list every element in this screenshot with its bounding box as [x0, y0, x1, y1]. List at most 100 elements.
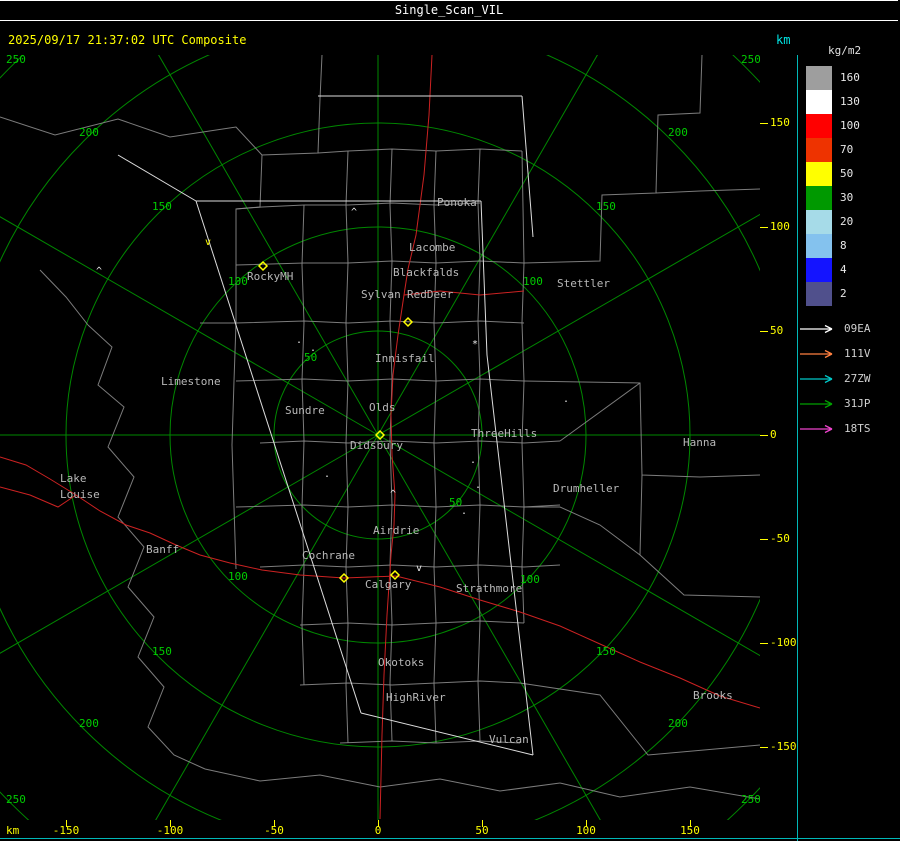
- right-axis-tick: [760, 435, 768, 436]
- city-label: HighRiver: [386, 691, 446, 704]
- station-row: 31JP: [800, 397, 900, 411]
- county-boundary: [523, 55, 703, 264]
- county-boundary: [299, 680, 521, 686]
- ring-distance-label: 150: [596, 200, 616, 213]
- city-label: Stettler: [557, 277, 610, 290]
- radial-spoke: [0, 434, 379, 654]
- city-label: Calgary: [365, 578, 412, 591]
- county-boundary: [39, 269, 89, 326]
- right-axis-label: 150: [770, 116, 790, 129]
- station-row: 09EA: [800, 322, 900, 336]
- county-boundary: [559, 782, 760, 800]
- bottom-frame-line: [0, 838, 900, 839]
- county-boundary: [433, 150, 437, 744]
- city-label: Ponoka: [437, 196, 477, 209]
- station-row: 27ZW: [800, 372, 900, 386]
- radial-spoke: [158, 55, 379, 436]
- station-row: 18TS: [800, 422, 900, 436]
- point-marker: .: [563, 394, 569, 405]
- bottom-axis-label: 50: [475, 824, 489, 837]
- city-label: Sylvan: [361, 288, 401, 301]
- city-label: Airdrie: [373, 524, 419, 537]
- county-boundary: [317, 148, 523, 154]
- radial-spoke: [155, 434, 379, 820]
- point-marker: .: [461, 506, 467, 517]
- county-boundary: [259, 440, 561, 444]
- county-boundary: [524, 506, 641, 556]
- county-boundary: [301, 204, 305, 686]
- county-boundary: [231, 265, 237, 570]
- ring-distance-label: 200: [79, 717, 99, 730]
- legend-value-label: 160: [840, 71, 860, 84]
- bottom-axis-label: -150: [52, 824, 80, 837]
- city-label: Okotoks: [378, 656, 424, 669]
- legend-value-label: 20: [840, 215, 854, 228]
- right-axis-label: -50: [770, 532, 790, 545]
- county-boundary: [259, 564, 561, 568]
- radar-map-canvas[interactable]: 5050100 100100 100150 150150 150200 200200 200…: [0, 55, 760, 820]
- ring-distance-label: 100: [523, 275, 543, 288]
- ring-distance-label: 100: [228, 570, 248, 583]
- county-boundary: [521, 150, 525, 624]
- station-id-label: 18TS: [844, 422, 871, 435]
- bottom-axis-label: 150: [680, 824, 700, 837]
- city-label: Olds: [369, 401, 396, 414]
- station-id-label: 111V: [844, 347, 871, 360]
- radar-map-area[interactable]: 50 50 100 100 100 100 150 150 150 150 200 200 200 200…: [0, 55, 760, 820]
- city-label: RockyMH: [247, 270, 293, 283]
- right-axis-label: 0: [770, 428, 777, 441]
- point-marker: .: [310, 343, 316, 354]
- legend-color-swatch: [806, 66, 832, 90]
- station-arrow-icon: [800, 374, 833, 384]
- right-axis-tick: [760, 643, 768, 644]
- station-arrow-icon: [800, 349, 833, 359]
- county-boundary: [639, 474, 760, 598]
- county-boundary: [200, 320, 525, 324]
- legend-separator-line: [797, 55, 798, 841]
- city-label: Hanna: [683, 436, 716, 449]
- county-boundary: [0, 116, 263, 156]
- legend-value-label: 2: [840, 287, 847, 300]
- point-marker: .: [296, 335, 302, 346]
- bottom-axis-unit-label: km: [6, 824, 20, 837]
- ring-distance-label: 100: [228, 275, 248, 288]
- city-label: Cochrane: [302, 549, 355, 562]
- ring-distance-label: 200: [668, 717, 688, 730]
- legend-value-label: 50: [840, 167, 854, 180]
- right-axis-label: 100: [770, 220, 790, 233]
- legend-color-swatch: [806, 138, 832, 162]
- ring-distance-label: 200: [668, 126, 688, 139]
- city-label: Louise: [60, 488, 100, 501]
- station-id-label: 09EA: [844, 322, 871, 335]
- ring-distance-label: 250: [741, 55, 760, 66]
- ring-distance-label: 250: [6, 55, 26, 66]
- legend-value-label: 8: [840, 239, 847, 252]
- bottom-axis-label: 100: [576, 824, 596, 837]
- radar-app-window: Single_Scan_VIL 2025/09/17 21:37:02 UTC …: [0, 0, 900, 841]
- county-boundary: [299, 620, 525, 626]
- point-marker: ^: [351, 207, 357, 218]
- point-marker: .: [470, 455, 476, 466]
- point-marker: ^: [96, 266, 102, 277]
- right-axis-tick: [760, 539, 768, 540]
- city-label: Sundre: [285, 404, 325, 417]
- county-boundary: [655, 188, 760, 194]
- legend-color-swatch: [806, 258, 832, 282]
- legend-color-swatch: [806, 114, 832, 138]
- scan-area-outline: [117, 154, 197, 202]
- city-label: Didsbury: [350, 439, 403, 452]
- point-marker: ^: [390, 489, 396, 500]
- right-axis-tick: [760, 227, 768, 228]
- ring-distance-label: 250: [6, 793, 26, 806]
- point-marker: v: [205, 237, 211, 248]
- station-arrow-icon: [800, 424, 833, 434]
- right-axis-label: -100: [770, 636, 797, 649]
- highway-line: [379, 55, 433, 820]
- right-axis-tick: [760, 331, 768, 332]
- county-boundary: [235, 55, 323, 265]
- legend-color-swatch: [806, 186, 832, 210]
- city-label: Limestone: [161, 375, 221, 388]
- legend-color-swatch: [806, 162, 832, 186]
- ring-distance-label: 200: [79, 126, 99, 139]
- ring-distance-label: 250: [741, 793, 760, 806]
